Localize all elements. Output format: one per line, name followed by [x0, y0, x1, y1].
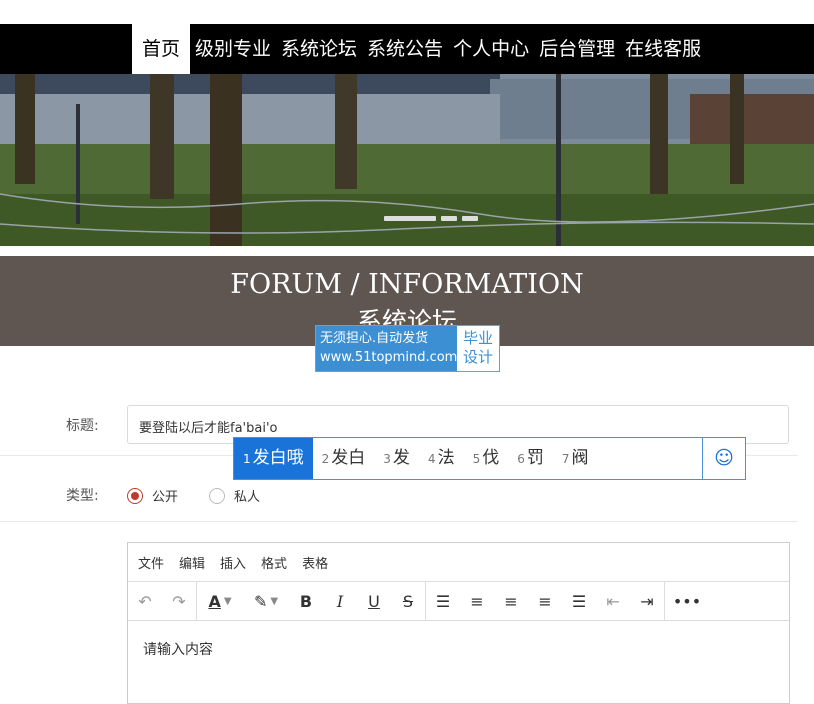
- ime-candidate-text: 发白哦: [252, 448, 304, 468]
- editor-placeholder: 请输入内容: [143, 642, 213, 658]
- underline-icon[interactable]: U: [357, 582, 391, 620]
- title-label: 标题:: [66, 418, 99, 434]
- ime-candidate-1[interactable]: 1 发白哦: [234, 438, 313, 479]
- nav-majors[interactable]: 级别专业: [190, 24, 276, 74]
- more-icon[interactable]: •••: [665, 582, 709, 620]
- watermark-side: 毕业 设计: [457, 326, 499, 371]
- ime-candidate-text: 发白: [331, 448, 366, 468]
- nav-announcements[interactable]: 系统公告: [362, 24, 448, 74]
- ime-candidate-text: 罚: [526, 448, 544, 468]
- nav-profile[interactable]: 个人中心: [448, 24, 534, 74]
- menu-format[interactable]: 格式: [261, 553, 287, 572]
- watermark-side2: 设计: [462, 348, 493, 366]
- editor-content[interactable]: 请输入内容: [128, 621, 789, 677]
- menu-insert[interactable]: 插入: [220, 553, 246, 572]
- menu-edit[interactable]: 编辑: [179, 553, 205, 572]
- watermark-side1: 毕业: [462, 329, 493, 347]
- highlight-icon[interactable]: ✎ ▼: [243, 582, 289, 620]
- ime-candidate-text: 法: [437, 448, 455, 468]
- radio-private[interactable]: 私人: [209, 486, 260, 505]
- top-navbar: 首页 级别专业 系统论坛 系统公告 个人中心 后台管理 在线客服: [0, 24, 814, 74]
- watermark-badge: 无须担心.自动发货 www.51topmind.com 毕业 设计: [315, 325, 500, 372]
- ime-candidate-5[interactable]: 5伐: [464, 438, 509, 479]
- align-left-icon[interactable]: ≡: [460, 582, 494, 620]
- ime-candidate-text: 发: [392, 448, 410, 468]
- radio-unchecked-icon: [209, 487, 225, 504]
- editor-menubar: 文件 编辑 插入 格式 表格: [128, 543, 789, 582]
- ime-candidate-number: 7: [561, 452, 570, 466]
- ime-candidate-6[interactable]: 6罚: [508, 438, 553, 479]
- undo-icon[interactable]: ↶: [128, 582, 162, 620]
- align-center-icon[interactable]: ≡: [494, 582, 528, 620]
- ime-candidate-bar: 1 发白哦 2 发白 3发 4法 5伐 6罚 7阀 ☺: [233, 437, 746, 480]
- ime-candidate-text: 阀: [571, 448, 589, 468]
- menu-file[interactable]: 文件: [138, 553, 164, 572]
- radio-public-label: 公开: [152, 490, 179, 505]
- carousel-dot-3[interactable]: [462, 216, 478, 221]
- justify-icon[interactable]: ☰: [562, 582, 596, 620]
- ime-candidate-number: 6: [517, 452, 525, 466]
- bold-icon[interactable]: B: [289, 582, 323, 620]
- main-nav: 首页 级别专业 系统论坛 系统公告 个人中心 后台管理 在线客服: [132, 24, 706, 74]
- carousel-dot-2[interactable]: [441, 216, 457, 221]
- watermark-text: 无须担心.自动发货 www.51topmind.com: [316, 326, 457, 371]
- text-color-icon[interactable]: A ▼: [197, 582, 243, 620]
- line-height-icon[interactable]: ☰: [426, 582, 460, 620]
- rich-text-editor: 文件 编辑 插入 格式 表格 ↶ ↷ A ▼ ✎ ▼ B I U S ☰ ≡ ≡ ≡…: [127, 542, 790, 704]
- nav-admin[interactable]: 后台管理: [534, 24, 620, 74]
- radio-private-label: 私人: [234, 490, 261, 505]
- strikethrough-icon[interactable]: S: [391, 582, 425, 620]
- ime-candidate-number: 3: [383, 452, 391, 466]
- ime-candidate-number: 1: [243, 452, 251, 466]
- divider: [0, 521, 798, 522]
- ime-candidate-3[interactable]: 3发: [374, 438, 419, 479]
- ime-candidate-4[interactable]: 4法: [419, 438, 464, 479]
- indent-icon[interactable]: ⇥: [630, 582, 664, 620]
- watermark-line1: 无须担心.自动发货: [320, 331, 429, 346]
- ime-candidate-number: 2: [321, 452, 330, 466]
- radio-checked-icon: [127, 487, 143, 504]
- italic-icon[interactable]: I: [323, 582, 357, 620]
- ime-candidate-text: 伐: [482, 448, 500, 468]
- ime-candidate-number: 4: [427, 452, 436, 466]
- align-right-icon[interactable]: ≡: [528, 582, 562, 620]
- emoji-icon[interactable]: ☺: [702, 438, 745, 479]
- ime-candidate-7[interactable]: 7阀: [553, 438, 598, 479]
- type-label: 类型:: [66, 488, 99, 504]
- ime-candidate-number: 5: [472, 452, 481, 466]
- nav-home[interactable]: 首页: [132, 24, 191, 74]
- redo-icon[interactable]: ↷: [162, 582, 196, 620]
- section-title-en: FORUM / INFORMATION: [230, 269, 584, 300]
- nav-support[interactable]: 在线客服: [620, 24, 706, 74]
- editor-toolbar: ↶ ↷ A ▼ ✎ ▼ B I U S ☰ ≡ ≡ ≡ ☰ ⇤ ⇥ •••: [128, 582, 789, 621]
- radio-public[interactable]: 公开: [127, 486, 178, 505]
- menu-table[interactable]: 表格: [302, 553, 328, 572]
- carousel-indicators: [384, 216, 478, 221]
- outdent-icon[interactable]: ⇤: [596, 582, 630, 620]
- nav-forum[interactable]: 系统论坛: [276, 24, 362, 74]
- ime-candidate-2[interactable]: 2 发白: [313, 438, 375, 479]
- watermark-line2: www.51topmind.com: [320, 350, 458, 365]
- title-input-value: 要登陆以后才能fa'bai'o: [139, 421, 278, 436]
- carousel-dot-1[interactable]: [384, 216, 436, 221]
